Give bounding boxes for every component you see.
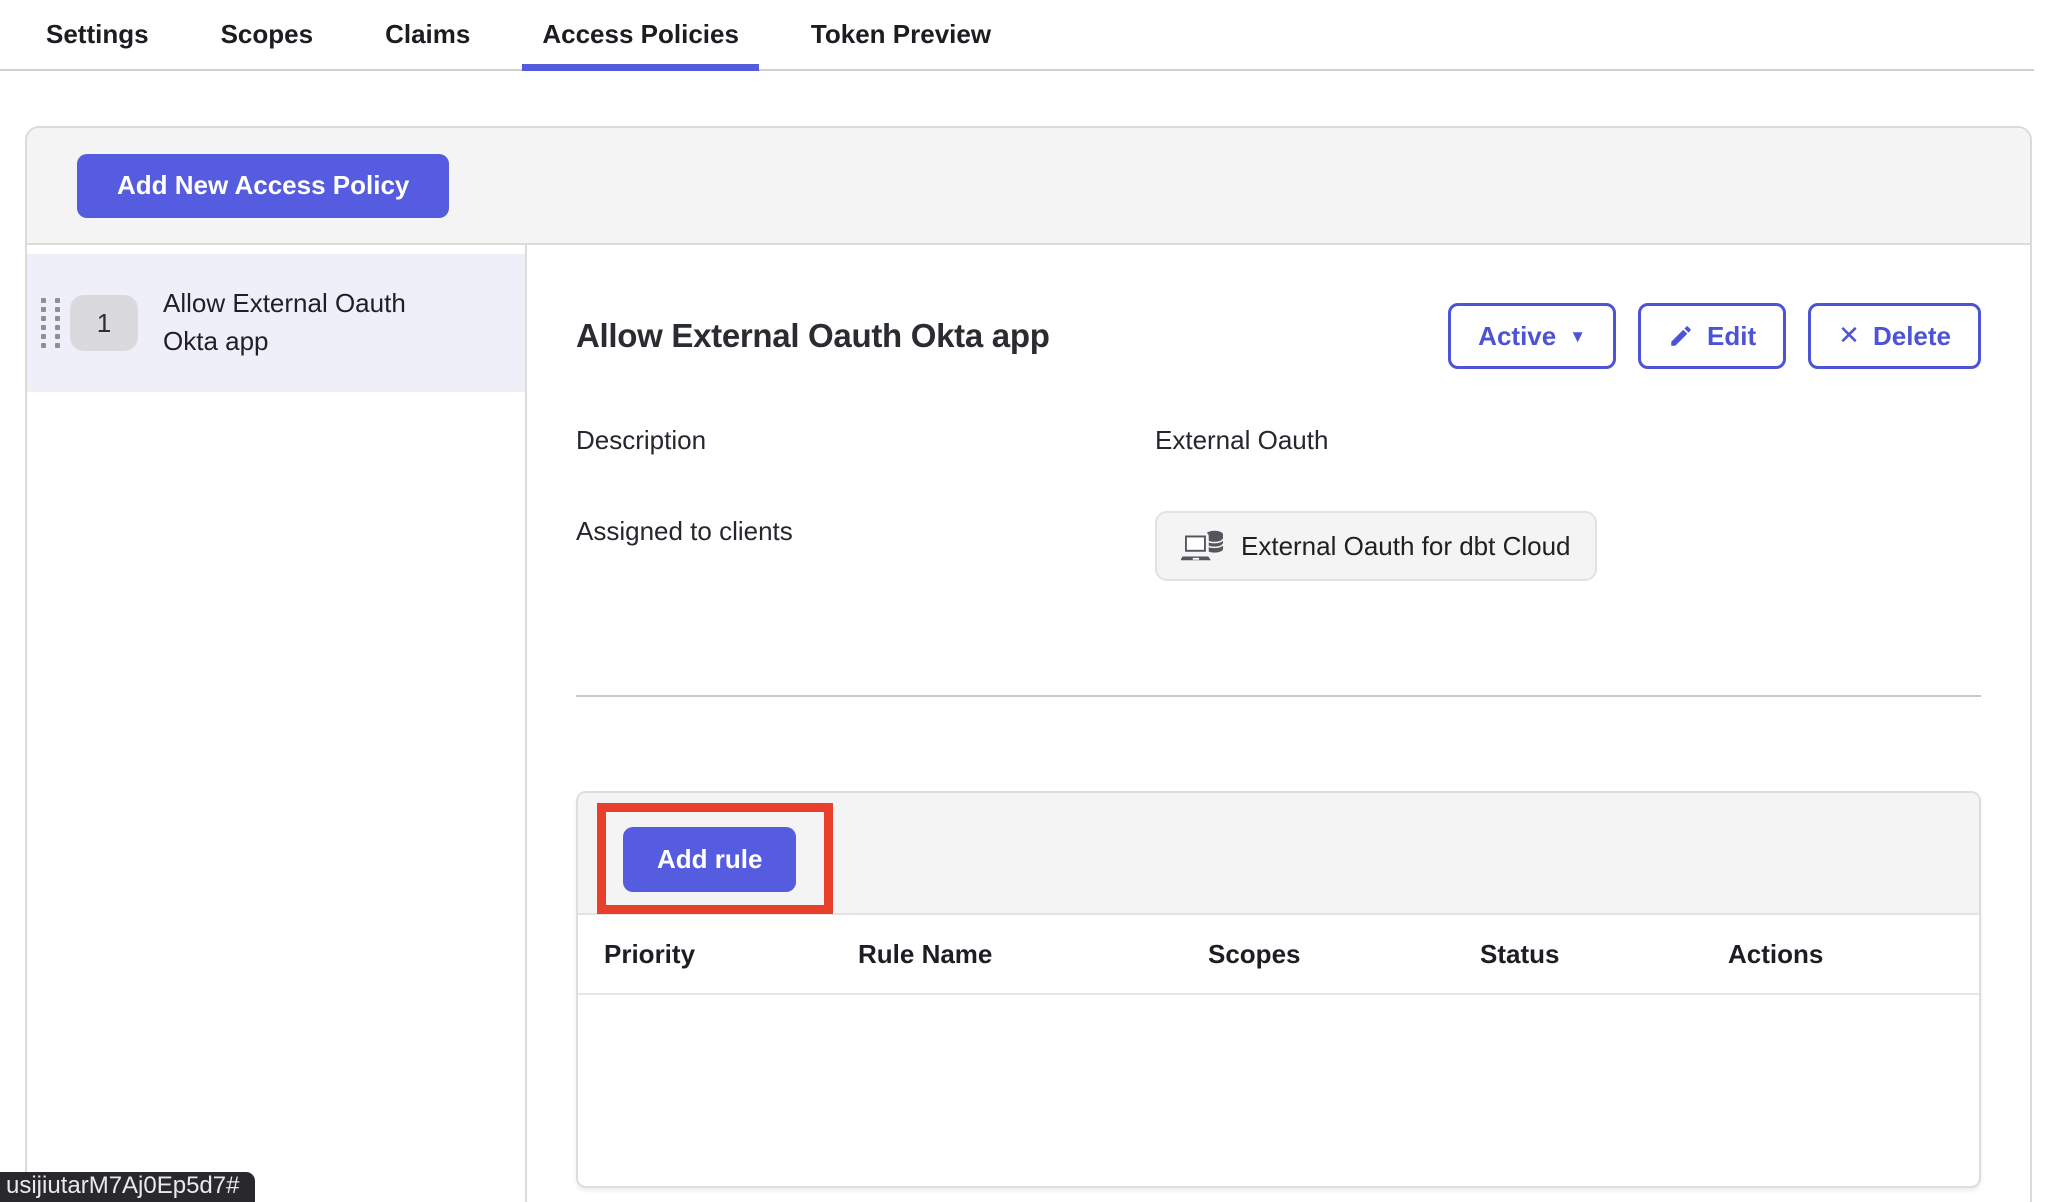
policy-list-item-label: Allow External Oauth Okta app	[163, 285, 463, 360]
policy-content: 1 Allow External Oauth Okta app Allow Ex…	[27, 245, 2030, 1202]
description-label: Description	[576, 425, 1155, 456]
policy-title: Allow External Oauth Okta app	[576, 317, 1050, 355]
column-header-priority: Priority	[604, 939, 858, 970]
client-app-icon	[1181, 527, 1227, 565]
tab-claims[interactable]: Claims	[365, 0, 490, 69]
annotation-highlight-box: Add rule	[597, 803, 833, 914]
rules-table-header: Priority Rule Name Scopes Status Actions	[578, 915, 1979, 995]
column-header-rule-name: Rule Name	[858, 939, 1208, 970]
policy-detail-panel: Allow External Oauth Okta app Active ▼ E…	[527, 245, 2030, 1202]
add-new-access-policy-button[interactable]: Add New Access Policy	[77, 154, 449, 218]
column-header-status: Status	[1480, 939, 1728, 970]
tab-access-policies[interactable]: Access Policies	[522, 0, 759, 69]
delete-policy-button[interactable]: ✕ Delete	[1808, 303, 1981, 369]
policy-fields: Description External Oauth Assigned to c…	[576, 425, 1981, 581]
column-header-actions: Actions	[1728, 939, 1979, 970]
pencil-icon	[1668, 323, 1694, 349]
rules-toolbar: Add rule	[578, 793, 1979, 915]
policy-action-buttons: Active ▼ Edit ✕ Delete	[1448, 303, 1981, 369]
status-dropdown-label: Active	[1478, 321, 1556, 352]
tab-settings[interactable]: Settings	[26, 0, 169, 69]
assigned-to-clients-label: Assigned to clients	[576, 516, 1155, 547]
edit-policy-button[interactable]: Edit	[1638, 303, 1786, 369]
edit-button-label: Edit	[1707, 321, 1756, 352]
drag-handle-icon[interactable]	[41, 298, 60, 348]
rules-card: Add rule Priority Rule Name Scopes Statu…	[576, 791, 1981, 1188]
status-dropdown-button[interactable]: Active ▼	[1448, 303, 1616, 369]
policy-list-item[interactable]: 1 Allow External Oauth Okta app	[27, 254, 525, 392]
assigned-clients-list: External Oauth for dbt Cloud	[1155, 516, 1981, 581]
tab-settings-label: Settings	[46, 19, 149, 50]
link-preview-status-bar: usijiutarM7Aj0Ep5d7#	[0, 1172, 255, 1202]
x-icon: ✕	[1838, 320, 1860, 351]
add-rule-button[interactable]: Add rule	[623, 827, 796, 892]
access-policies-panel: Add New Access Policy 1 Allow External O…	[25, 126, 2032, 1202]
tab-scopes[interactable]: Scopes	[201, 0, 334, 69]
policy-toolbar: Add New Access Policy	[27, 128, 2030, 245]
tab-token-preview-label: Token Preview	[811, 19, 991, 50]
tab-access-policies-label: Access Policies	[542, 19, 739, 50]
chevron-down-icon: ▼	[1569, 327, 1586, 347]
client-chip: External Oauth for dbt Cloud	[1155, 511, 1597, 581]
tab-bar: Settings Scopes Claims Access Policies T…	[0, 0, 2034, 71]
policy-priority-badge: 1	[70, 295, 138, 351]
link-preview-text: usijiutarM7Aj0Ep5d7#	[6, 1172, 239, 1200]
policy-list-sidebar: 1 Allow External Oauth Okta app	[27, 245, 527, 1202]
tab-token-preview[interactable]: Token Preview	[791, 0, 1011, 69]
tab-claims-label: Claims	[385, 19, 470, 50]
policy-detail-header: Allow External Oauth Okta app Active ▼ E…	[576, 303, 1981, 369]
description-value: External Oauth	[1155, 425, 1981, 456]
active-tab-underline	[522, 64, 759, 71]
delete-button-label: Delete	[1873, 321, 1951, 352]
rules-table-body-empty	[578, 995, 1979, 1186]
section-divider	[576, 695, 1981, 697]
client-chip-label: External Oauth for dbt Cloud	[1241, 531, 1571, 562]
column-header-scopes: Scopes	[1208, 939, 1480, 970]
tab-scopes-label: Scopes	[221, 19, 314, 50]
